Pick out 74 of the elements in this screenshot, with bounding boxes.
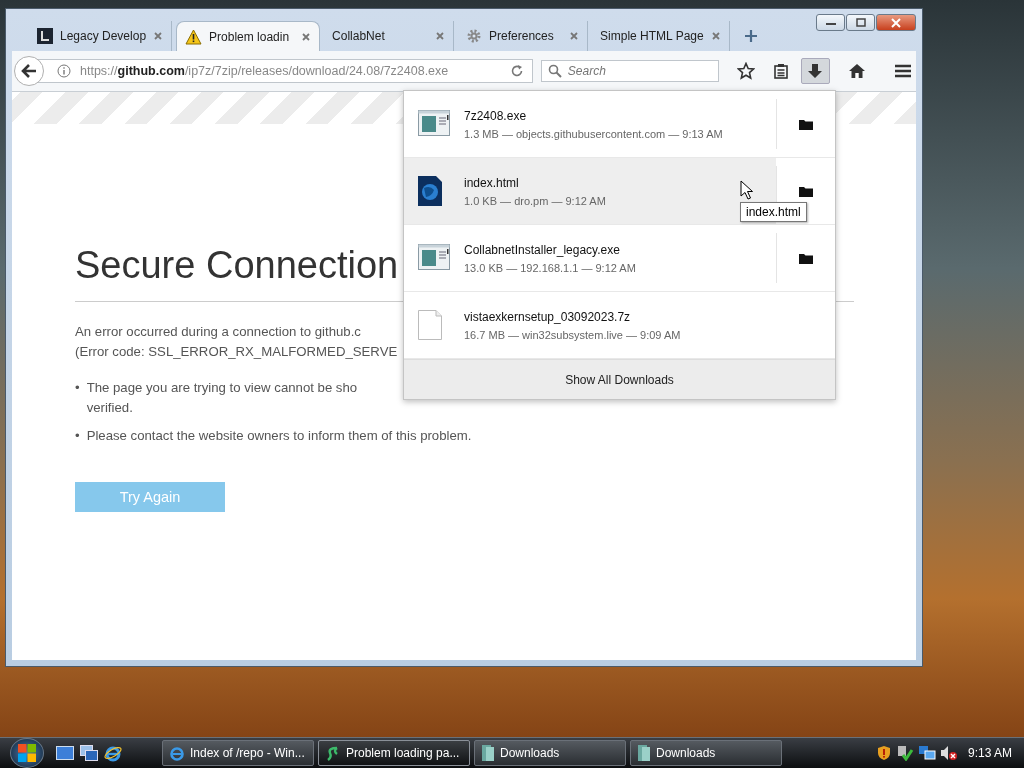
network-computers-icon[interactable] xyxy=(917,745,936,761)
minimize-button[interactable] xyxy=(816,14,845,31)
error-message: An error occurred during a connection to github.c (Error code: SSL_ERROR_RX_MALFORMED_SERVE xyxy=(75,323,398,361)
browser-icon xyxy=(169,745,185,761)
search-field[interactable]: Search xyxy=(540,60,719,82)
search-icon xyxy=(547,64,562,78)
tooltip: index.html xyxy=(740,202,807,222)
close-tab-icon[interactable] xyxy=(301,31,312,42)
reading-list-icon[interactable] xyxy=(772,63,789,79)
shield-warning-icon[interactable] xyxy=(875,745,892,761)
close-tab-icon[interactable] xyxy=(569,31,580,41)
info-icon[interactable] xyxy=(57,64,71,78)
back-button[interactable] xyxy=(14,56,44,86)
address-bar[interactable]: https://github.com/ip7z/7zip/releases/download/24.08/7z2408.exe xyxy=(36,59,533,83)
close-tab-icon[interactable] xyxy=(710,31,721,41)
tab-title: Preferences xyxy=(489,29,555,43)
downloads-button[interactable] xyxy=(800,58,830,84)
network-check-icon[interactable] xyxy=(895,745,914,761)
reload-icon[interactable] xyxy=(509,64,524,78)
logo-icon xyxy=(37,28,53,44)
browser-icon[interactable] xyxy=(104,744,122,762)
warning-icon xyxy=(185,28,203,45)
show-desktop-icon[interactable] xyxy=(56,745,74,761)
file-details: 1.0 KB — dro.pm — 9:12 AM xyxy=(464,194,606,207)
home-icon[interactable] xyxy=(848,63,866,79)
download-item[interactable]: CollabnetInstaller_legacy.exe 13.0 KB — 192.168.1.1 — 9:12 AM xyxy=(404,225,835,292)
show-all-downloads-button[interactable]: Show All Downloads xyxy=(404,359,835,399)
maximize-icon xyxy=(854,17,867,28)
taskbar-button[interactable]: Downloads xyxy=(474,740,626,766)
windows-logo-icon xyxy=(16,742,38,764)
tab-title: Legacy Develop xyxy=(60,29,147,43)
tab-title: Problem loadin xyxy=(209,29,291,44)
switch-windows-icon[interactable] xyxy=(80,745,98,761)
close-button[interactable] xyxy=(876,14,916,31)
close-tab-icon[interactable] xyxy=(435,31,446,41)
bullet-marker: • xyxy=(75,427,80,445)
error-bullet: The page you are trying to view cannot be sho verified. xyxy=(86,379,358,417)
taskbar-button[interactable]: Index of /repo - Win... xyxy=(162,740,314,766)
close-tab-icon[interactable] xyxy=(153,31,164,41)
file-details: 13.0 KB — 192.168.1.1 — 9:12 AM xyxy=(464,261,636,274)
tab-title: Simple HTML Page xyxy=(600,29,704,43)
folder-icon[interactable] xyxy=(799,185,813,197)
program-file-icon xyxy=(418,244,450,272)
file-name: 7z2408.exe xyxy=(464,108,528,123)
document-stack-icon xyxy=(481,744,495,762)
speaker-muted-icon[interactable] xyxy=(939,745,958,761)
program-file-icon xyxy=(418,110,450,138)
file-details: 16.7 MB — win32subsystem.live — 9:09 AM xyxy=(464,328,681,341)
download-arrow-icon xyxy=(807,63,824,79)
file-name: CollabnetInstaller_legacy.exe xyxy=(464,242,621,257)
file-details: 1.3 MB — objects.githubusercontent.com — 9:13 AM xyxy=(464,127,723,140)
folder-icon[interactable] xyxy=(799,118,813,130)
back-arrow-icon xyxy=(21,64,37,78)
browser-tab[interactable]: Problem loadin xyxy=(176,21,321,51)
close-icon xyxy=(890,17,902,28)
taskbar-button[interactable]: Downloads xyxy=(630,740,782,766)
start-button[interactable] xyxy=(10,738,44,768)
bullet-marker: • xyxy=(75,379,80,397)
bookmark-star-icon[interactable] xyxy=(736,62,755,80)
maximize-button[interactable] xyxy=(846,14,875,31)
file-name: vistaexkernsetup_03092023.7z xyxy=(464,309,632,324)
document-stack-icon xyxy=(637,744,651,762)
file-name: index.html xyxy=(464,175,520,190)
mouse-pointer-icon xyxy=(740,180,754,200)
new-tab-icon[interactable] xyxy=(743,29,758,43)
menu-icon[interactable] xyxy=(894,64,912,78)
tab-title: CollabNet xyxy=(332,29,386,43)
gear-icon xyxy=(466,28,483,44)
clock: 9:13 AM xyxy=(967,746,1012,760)
taskbar-button[interactable]: Problem loading pa... xyxy=(318,740,470,766)
error-bullet: Please contact the website owners to inform them of this problem. xyxy=(86,427,472,445)
url-text: https://github.com/ip7z/7zip/releases/download/24.08/7z2408.exe xyxy=(80,64,450,78)
error-title: Secure Connection xyxy=(75,244,399,287)
folder-icon[interactable] xyxy=(799,252,813,264)
